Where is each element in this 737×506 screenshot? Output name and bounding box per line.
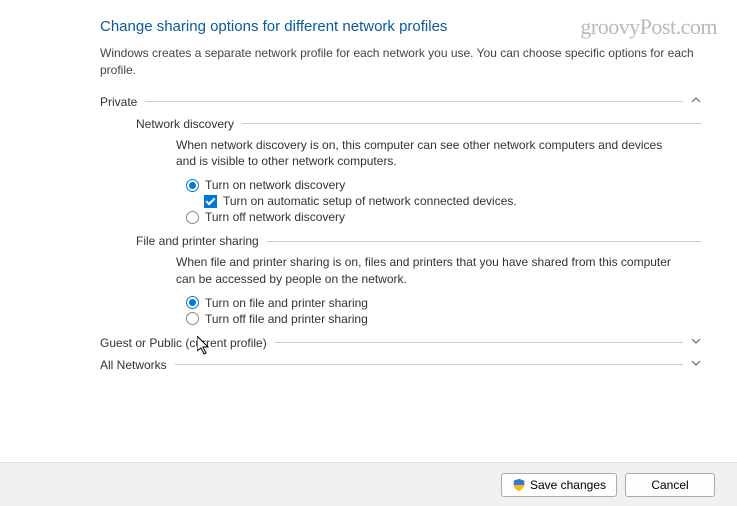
section-guest-label: Guest or Public (current profile) — [100, 336, 267, 350]
radio-nd-on-label: Turn on network discovery — [205, 178, 345, 192]
radio-fp-on-label: Turn on file and printer sharing — [205, 296, 368, 310]
cancel-label: Cancel — [651, 478, 688, 492]
divider — [267, 241, 701, 242]
shield-icon — [512, 478, 526, 492]
divider — [145, 101, 683, 102]
subsection-file-printer: File and printer sharing — [136, 234, 701, 248]
radio-fp-off-label: Turn off file and printer sharing — [205, 312, 368, 326]
chevron-up-icon — [691, 95, 701, 108]
checkbox-auto-setup[interactable]: Turn on automatic setup of network conne… — [186, 194, 701, 208]
divider — [175, 364, 683, 365]
radio-nd-off[interactable]: Turn off network discovery — [186, 210, 701, 224]
radio-icon — [186, 312, 199, 325]
divider — [242, 123, 701, 124]
save-changes-button[interactable]: Save changes — [501, 473, 617, 497]
file-printer-label: File and printer sharing — [136, 234, 259, 248]
divider — [275, 342, 683, 343]
radio-nd-off-label: Turn off network discovery — [205, 210, 345, 224]
subsection-network-discovery: Network discovery — [136, 117, 701, 131]
radio-nd-on[interactable]: Turn on network discovery — [186, 178, 701, 192]
section-all-label: All Networks — [100, 358, 167, 372]
chevron-down-icon — [691, 336, 701, 349]
page-intro: Windows creates a separate network profi… — [100, 45, 701, 79]
radio-icon — [186, 211, 199, 224]
radio-fp-off[interactable]: Turn off file and printer sharing — [186, 312, 701, 326]
chevron-down-icon — [691, 358, 701, 371]
radio-icon — [186, 179, 199, 192]
section-private-label: Private — [100, 95, 137, 109]
checkbox-icon — [204, 195, 217, 208]
footer-bar: Save changes Cancel — [0, 462, 737, 506]
network-discovery-label: Network discovery — [136, 117, 234, 131]
radio-icon — [186, 296, 199, 309]
cancel-button[interactable]: Cancel — [625, 473, 715, 497]
file-printer-desc: When file and printer sharing is on, fil… — [176, 254, 681, 288]
section-guest[interactable]: Guest or Public (current profile) — [100, 336, 701, 350]
checkbox-auto-setup-label: Turn on automatic setup of network conne… — [223, 194, 517, 208]
section-private[interactable]: Private — [100, 95, 701, 109]
network-discovery-desc: When network discovery is on, this compu… — [176, 137, 681, 171]
save-changes-label: Save changes — [530, 478, 606, 492]
radio-fp-on[interactable]: Turn on file and printer sharing — [186, 296, 701, 310]
section-all[interactable]: All Networks — [100, 358, 701, 372]
page-title: Change sharing options for different net… — [100, 18, 701, 35]
